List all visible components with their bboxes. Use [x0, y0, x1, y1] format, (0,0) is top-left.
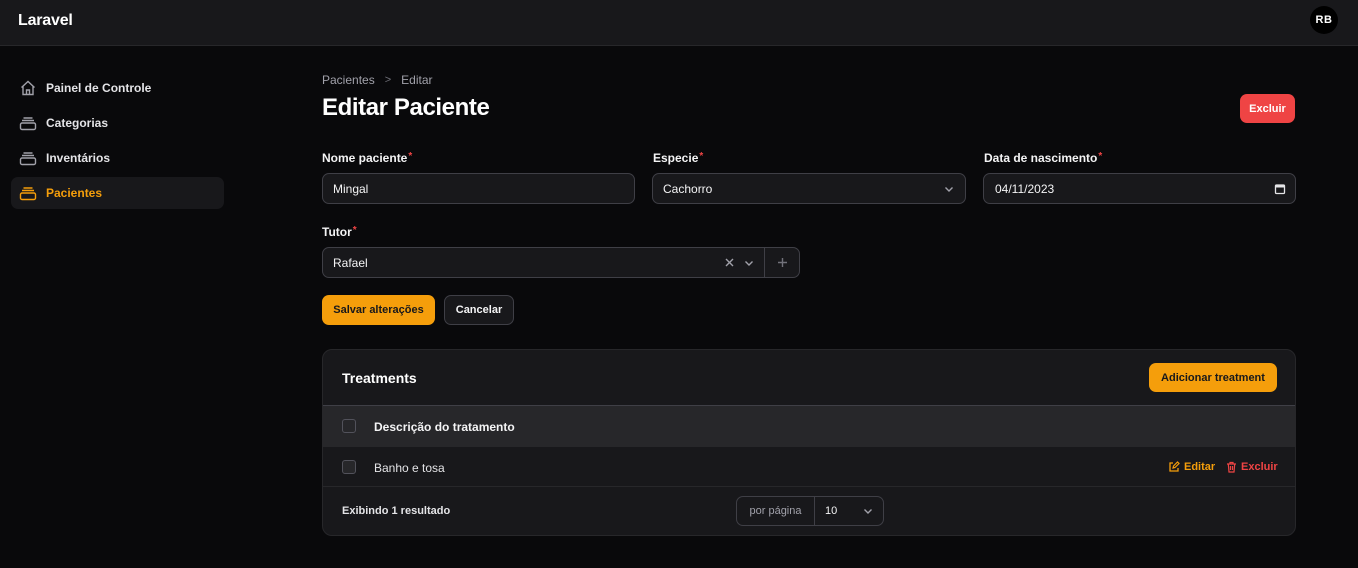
- nascimento-label: Data de nascimento*: [984, 151, 1102, 165]
- nome-label-text: Nome paciente: [322, 151, 408, 165]
- per-page-select[interactable]: por página 10: [736, 496, 884, 526]
- breadcrumb-separator: >: [384, 74, 392, 86]
- especie-label-text: Especie: [653, 151, 699, 165]
- edit-action[interactable]: Editar: [1168, 461, 1215, 473]
- sidebar-item-inventarios[interactable]: Inventários: [11, 142, 224, 174]
- page-title: Editar Paciente: [322, 94, 490, 121]
- especie-label: Especie*: [653, 151, 703, 165]
- nascimento-input-value: 04/11/2023: [995, 181, 1055, 196]
- chevron-down-icon: [864, 509, 872, 514]
- results-summary: Exibindo 1 resultado: [342, 505, 451, 517]
- sidebar-item-categorias[interactable]: Categorias: [11, 107, 224, 139]
- breadcrumb: Pacientes > Editar: [322, 73, 433, 87]
- edit-label: Editar: [1184, 461, 1216, 473]
- home-icon: [18, 78, 38, 98]
- per-page-label: por página: [737, 497, 815, 525]
- row-description: Banho e tosa: [374, 461, 445, 475]
- trash-icon: [1227, 461, 1236, 473]
- clear-icon[interactable]: [724, 257, 735, 268]
- tutor-select[interactable]: Rafael: [322, 247, 800, 278]
- edit-icon: [1169, 461, 1180, 472]
- sidebar-item-pacientes[interactable]: Pacientes: [11, 177, 224, 209]
- sidebar-item-painel[interactable]: Painel de Controle: [11, 72, 224, 104]
- sidebar-item-label: Categorias: [46, 116, 109, 130]
- delete-label: Excluir: [1241, 461, 1278, 473]
- especie-select[interactable]: Cachorro: [652, 173, 966, 204]
- nascimento-label-text: Data de nascimento: [984, 151, 1098, 165]
- save-button[interactable]: Salvar alterações: [322, 295, 435, 325]
- add-treatment-button[interactable]: Adicionar treatment: [1149, 363, 1277, 392]
- table-header: Descrição do tratamento: [323, 405, 1295, 446]
- tutor-label-text: Tutor: [322, 225, 352, 239]
- tutor-select-value: Rafael: [333, 255, 368, 270]
- nascimento-date-input[interactable]: 04/11/2023: [983, 173, 1296, 204]
- especie-select-value: Cachorro: [663, 181, 713, 196]
- tutor-label: Tutor*: [322, 225, 357, 239]
- breadcrumb-current: Editar: [401, 73, 433, 87]
- brand-logo[interactable]: Laravel: [18, 12, 73, 30]
- plus-icon: [778, 258, 787, 267]
- delete-action[interactable]: Excluir: [1226, 461, 1278, 473]
- per-page-value: 10: [825, 505, 838, 517]
- breadcrumb-link-pacientes[interactable]: Pacientes: [322, 73, 375, 87]
- treatments-panel: Treatments Adicionar treatment Descrição…: [322, 349, 1296, 536]
- top-bar: Laravel RB: [0, 0, 1358, 46]
- required-asterisk: *: [352, 225, 357, 236]
- nome-label: Nome paciente*: [322, 151, 412, 165]
- calendar-icon[interactable]: [1274, 183, 1286, 195]
- nome-input-value: Mingal: [333, 181, 369, 196]
- cancel-button[interactable]: Cancelar: [444, 295, 514, 325]
- required-asterisk: *: [408, 151, 413, 162]
- select-all-checkbox[interactable]: [342, 419, 356, 433]
- row-checkbox[interactable]: [342, 460, 356, 474]
- add-tutor-button[interactable]: [764, 248, 800, 277]
- collection-icon: [18, 113, 38, 133]
- per-page-value-box[interactable]: 10: [815, 497, 883, 525]
- collection-icon: [18, 183, 38, 203]
- nome-input[interactable]: Mingal: [322, 173, 635, 204]
- user-avatar[interactable]: RB: [1310, 6, 1338, 34]
- delete-button[interactable]: Excluir: [1240, 94, 1295, 123]
- sidebar-item-label: Painel de Controle: [46, 81, 152, 95]
- chevron-down-icon: [945, 187, 953, 192]
- treatments-title: Treatments: [342, 370, 417, 386]
- required-asterisk: *: [699, 151, 704, 162]
- required-asterisk: *: [1098, 151, 1103, 162]
- table-row: Banho e tosa Editar Excluir: [323, 446, 1295, 487]
- column-header-descricao[interactable]: Descrição do tratamento: [374, 420, 515, 434]
- sidebar-item-label: Inventários: [46, 151, 111, 165]
- chevron-down-icon[interactable]: [743, 257, 755, 269]
- collection-icon: [18, 148, 38, 168]
- sidebar-item-label: Pacientes: [46, 186, 103, 200]
